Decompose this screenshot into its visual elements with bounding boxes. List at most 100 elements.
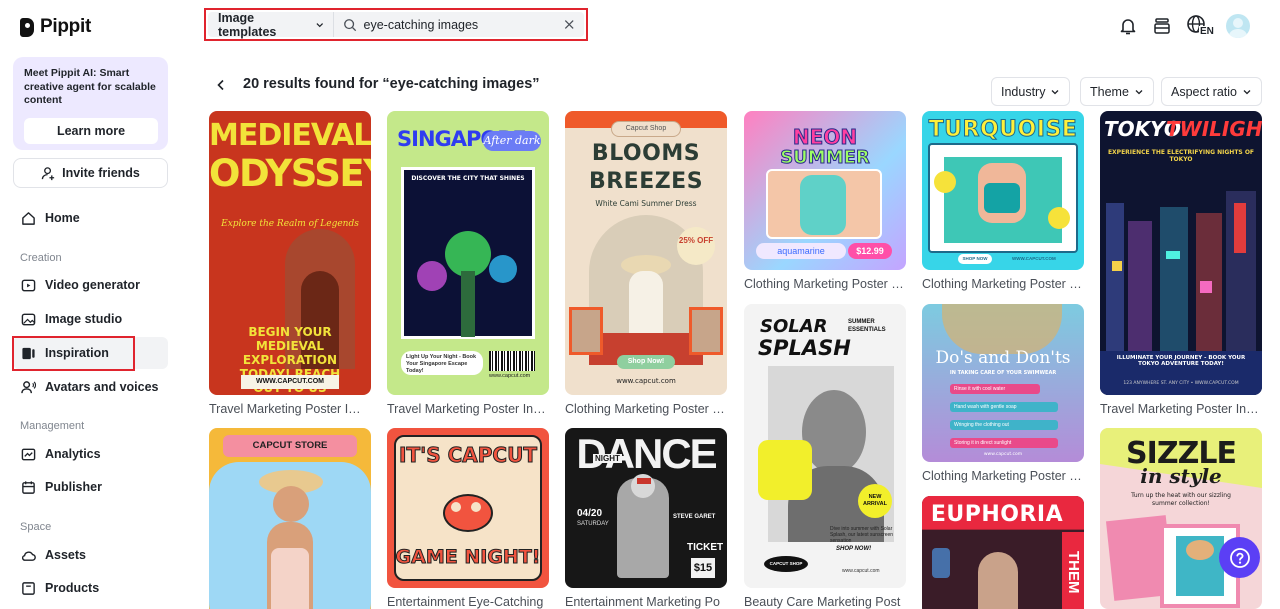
sidebar-item-label: Home (45, 211, 80, 225)
app-name: Pippit (40, 16, 91, 37)
sidebar-item-label: Image studio (45, 312, 123, 326)
app-logo[interactable]: Pippit (20, 16, 91, 38)
sidebar: Pippit Meet Pippit AI: Smart creative ag… (0, 0, 182, 609)
template-card[interactable]: MEDIEVAL ODYSSEY Explore the Realm of Le… (209, 111, 371, 416)
section-label-space: Space (20, 521, 52, 533)
template-thumbnail: MEDIEVAL ODYSSEY Explore the Realm of Le… (209, 111, 371, 395)
filter-aspect-ratio[interactable]: Aspect ratio (1161, 77, 1263, 106)
template-thumbnail: NEON SUMMER aquamarine $12.99 (744, 111, 906, 270)
poster-subtitle: Explore the Realm of Legends (221, 219, 359, 229)
sidebar-item-inspiration[interactable]: Inspiration (13, 337, 168, 369)
user-avatar[interactable] (1226, 14, 1250, 38)
poster-product-name: aquamarine (756, 243, 846, 259)
poster-headline: GAME NIGHT! (395, 546, 541, 569)
poster-headline: TWILIGHTS (1166, 117, 1262, 141)
poster-shop-now: SHOP NOW (958, 254, 992, 264)
poster-url: WWW.CAPCUT.COM (241, 375, 339, 389)
poster-shop-now: SHOP NOW! (836, 546, 872, 552)
poster-shop-now: Shop Now! (617, 355, 675, 369)
filter-theme[interactable]: Theme (1080, 77, 1154, 106)
poster-headline: EUPHORIA (930, 502, 1064, 527)
poster-subtitle: EXPERIENCE THE ELECTRIFYING NIGHTS OF TO… (1107, 149, 1255, 163)
clear-search-icon[interactable] (564, 19, 574, 30)
poster-tip: Storing it in direct sunlight (950, 438, 1058, 448)
sidebar-item-label: Products (45, 581, 100, 595)
template-card[interactable]: DANCE NIGHT 04/20 SATURDAY STEVE GARET T… (565, 428, 727, 609)
template-card[interactable]: NEON SUMMER aquamarine $12.99 Clothing M… (744, 111, 906, 291)
poster-call-to-action: Light Up Your Night - Book Your Singapor… (401, 351, 483, 375)
template-title: Clothing Marketing Poster Ed (922, 277, 1082, 291)
poster-headline: MEDIEVAL (209, 118, 371, 153)
back-button[interactable] (212, 76, 230, 94)
help-button[interactable] (1219, 537, 1260, 578)
promo-card: Meet Pippit AI: Smart creative agent for… (13, 57, 168, 150)
top-right-toolbar: EN (1118, 14, 1250, 38)
sidebar-item-avatars-voices[interactable]: Avatars and voices (13, 371, 168, 403)
video-generator-icon (21, 278, 36, 293)
template-card[interactable]: SOLAR SUMMER ESSENTIALS SPLASH NEW ARRIV… (744, 304, 906, 609)
learn-more-button[interactable]: Learn more (24, 118, 158, 144)
poster-ticket-label: TICKET (687, 542, 724, 553)
template-thumbnail: EUPHORIA THEM (922, 496, 1084, 609)
search-input[interactable] (363, 17, 564, 32)
poster-new-badge: NEW ARRIVAL (858, 484, 892, 518)
analytics-icon (21, 447, 36, 462)
poster-tip: Hand wash with gentle soap (950, 402, 1058, 412)
invite-friends-button[interactable]: Invite friends (13, 158, 168, 188)
poster-subtitle: Turn up the heat with our sizzling summe… (1131, 492, 1231, 507)
template-card[interactable]: TOKYO TWILIGHTS EXPERIENCE THE ELECTRIFY… (1100, 111, 1262, 416)
sidebar-item-label: Publisher (45, 480, 102, 494)
poster-headline: TURQUOISE (928, 117, 1078, 143)
template-card[interactable]: SIZZLE in style Turn up the heat with ou… (1100, 428, 1262, 609)
filter-label: Industry (1001, 84, 1046, 99)
sidebar-item-image-studio[interactable]: Image studio (13, 303, 168, 335)
poster-discount-badge: 25% OFF (677, 227, 715, 265)
poster-url: WWW.CAPCUT.COM (1012, 256, 1056, 261)
sidebar-item-home[interactable]: Home (13, 202, 168, 234)
layers-icon[interactable] (1152, 16, 1172, 36)
sidebar-item-label: Avatars and voices (45, 380, 159, 394)
search-icon (343, 18, 356, 31)
template-thumbnail: SOLAR SUMMER ESSENTIALS SPLASH NEW ARRIV… (744, 304, 906, 588)
inspiration-icon (21, 346, 36, 361)
template-card[interactable]: Capcut Shop BLOOMS BREEZES White Cami Su… (565, 111, 727, 416)
poster-headline: SPLASH (758, 336, 851, 360)
poster-date: 04/20 (577, 508, 603, 519)
template-card[interactable]: SINGAPORE After dark DISCOVER THE CITY T… (387, 111, 549, 416)
sidebar-item-label: Video generator (45, 278, 140, 292)
poster-caption: DISCOVER THE CITY THAT SHINES (411, 175, 525, 182)
template-thumbnail: SINGAPORE After dark DISCOVER THE CITY T… (387, 111, 549, 395)
poster-performer: STEVE GARET (673, 514, 716, 520)
bell-icon[interactable] (1118, 16, 1138, 36)
poster-url: www.capcut.com (983, 452, 1023, 457)
poster-headline: ODYSSEY (209, 152, 371, 195)
invite-friends-label: Invite friends (62, 166, 140, 180)
search-bar: Image templates (204, 8, 588, 41)
poster-headline: Do's and Don'ts (935, 348, 1071, 368)
poster-price: $12.99 (848, 243, 892, 259)
template-title: Travel Marketing Poster IG Ed (209, 402, 369, 416)
poster-headline: SOLAR (760, 316, 828, 337)
poster-headline: DANCE (576, 430, 717, 477)
poster-subtitle: SUMMER ESSENTIALS (848, 319, 886, 333)
filter-label: Aspect ratio (1171, 84, 1238, 99)
sidebar-item-video-generator[interactable]: Video generator (13, 269, 168, 301)
sidebar-item-assets[interactable]: Assets (13, 539, 168, 571)
language-switcher[interactable]: EN (1186, 14, 1214, 38)
section-label-creation: Creation (20, 252, 62, 264)
sidebar-item-products[interactable]: Products (13, 572, 168, 604)
sidebar-item-analytics[interactable]: Analytics (13, 438, 168, 470)
filter-industry[interactable]: Industry (991, 77, 1071, 106)
template-card[interactable]: TURQUOISE SHOP NOW WWW.CAPCUT.COM Clothi… (922, 111, 1084, 291)
search-inner: Image templates (208, 11, 584, 39)
sidebar-item-publisher[interactable]: Publisher (13, 471, 168, 503)
cloud-icon (21, 548, 36, 563)
poster-headline: BLOOMS (591, 141, 701, 166)
template-card[interactable]: EUPHORIA THEM (922, 496, 1084, 609)
template-type-dropdown[interactable]: Image templates (208, 11, 334, 39)
template-card[interactable]: Do's and Don'ts IN TAKING CARE OF YOUR S… (922, 304, 1084, 483)
template-card[interactable]: IT'S CAPCUT GAME NIGHT! Entertainment Ey… (387, 428, 549, 609)
template-card[interactable]: CAPCUT STORE (209, 428, 371, 609)
template-thumbnail: TURQUOISE SHOP NOW WWW.CAPCUT.COM (922, 111, 1084, 270)
pippit-logo-icon (20, 17, 34, 37)
